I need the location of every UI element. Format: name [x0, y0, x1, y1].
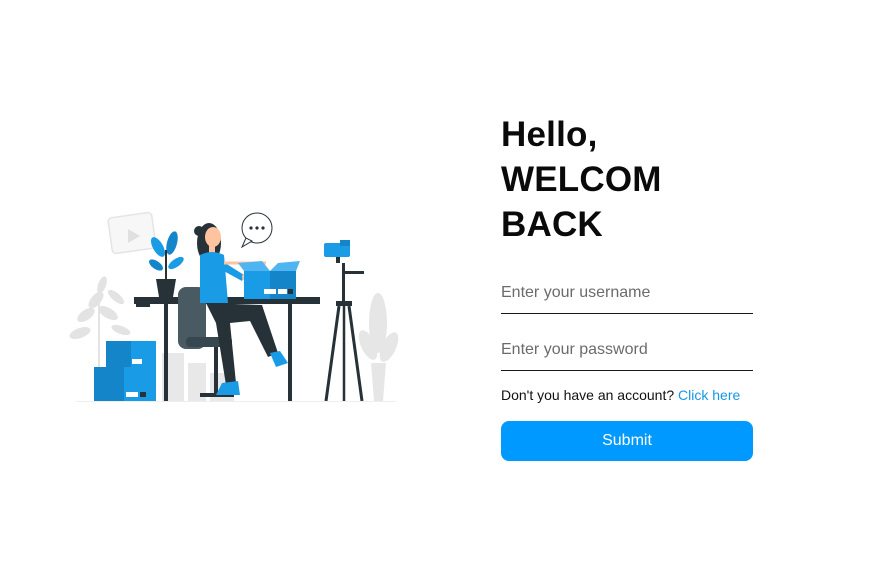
username-field	[501, 273, 753, 314]
signup-prompt-text: Don't you have an account?	[501, 387, 675, 403]
login-page: Hello, WELCOM BACK Don't you have an acc…	[0, 0, 894, 578]
login-form: Hello, WELCOM BACK Don't you have an acc…	[501, 112, 753, 461]
welcome-heading: Hello, WELCOM BACK	[501, 112, 753, 247]
username-input[interactable]	[501, 281, 751, 305]
password-field	[501, 330, 753, 371]
greeting-line-2: WELCOM BACK	[501, 160, 662, 244]
background-plant-right-icon	[358, 293, 399, 401]
signup-prompt-line: Don't you have an account? Click here	[501, 387, 753, 403]
greeting-line-1: Hello,	[501, 115, 598, 154]
stacked-boxes-icon	[94, 341, 156, 401]
speech-bubble-icon	[240, 212, 273, 249]
potted-plant-icon	[149, 231, 184, 297]
submit-button[interactable]: Submit	[501, 421, 753, 461]
password-input[interactable]	[501, 338, 751, 362]
camera-tripod-icon	[324, 240, 364, 402]
video-play-icon	[107, 211, 157, 255]
woman-figure-icon	[194, 223, 288, 395]
open-box-icon	[238, 261, 300, 299]
woman-packing-boxes-illustration	[69, 211, 399, 402]
signup-link[interactable]: Click here	[678, 387, 740, 403]
